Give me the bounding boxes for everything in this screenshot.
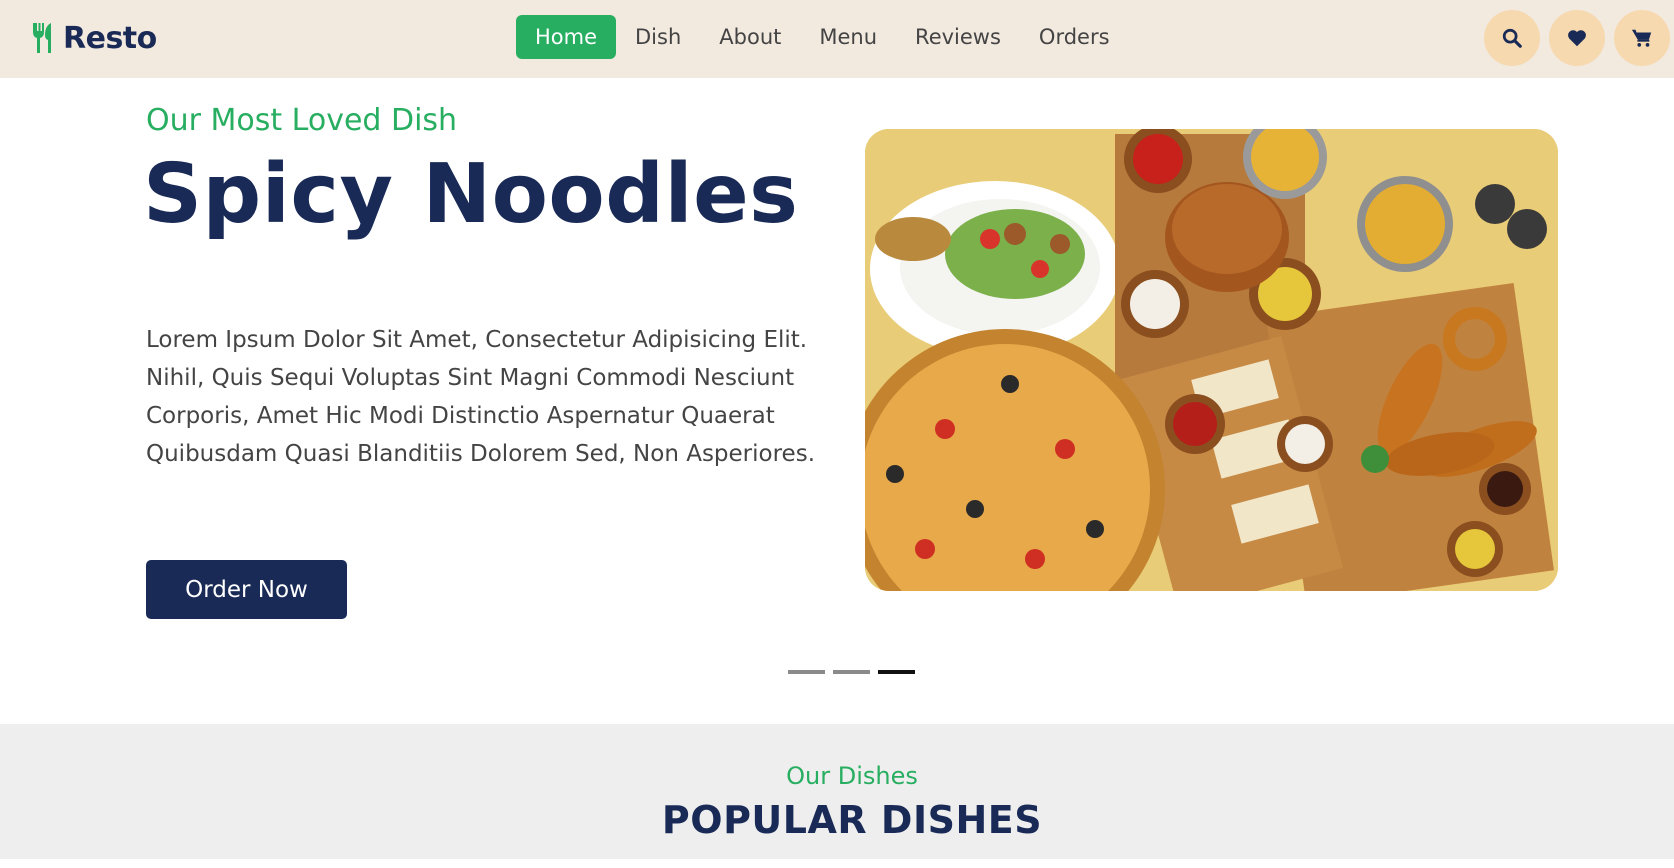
hero-subtitle: Our Most Loved Dish [146, 103, 458, 138]
logo[interactable]: Resto [31, 18, 157, 58]
fork-spoon-icon [31, 21, 57, 55]
search-button[interactable] [1484, 10, 1540, 66]
site-header: Resto Home Dish About Menu Reviews Order… [0, 0, 1674, 78]
hero-description: Lorem Ipsum Dolor Sit Amet, Consectetur … [146, 327, 815, 467]
brand-name: Resto [63, 20, 157, 56]
food-platter-image [865, 129, 1558, 591]
nav-orders[interactable]: Orders [1020, 15, 1129, 59]
slider-dot[interactable] [833, 670, 870, 674]
main-nav: Home Dish About Menu Reviews Orders [516, 15, 1129, 59]
nav-menu[interactable]: Menu [800, 15, 896, 59]
heart-icon [1568, 30, 1586, 47]
order-now-button[interactable]: Order Now [146, 560, 347, 619]
favorites-button[interactable] [1549, 10, 1605, 66]
cart-button[interactable] [1614, 10, 1670, 66]
nav-home[interactable]: Home [516, 15, 617, 59]
hero-title: Spicy Noodles [143, 147, 799, 242]
nav-dish[interactable]: Dish [616, 15, 700, 59]
popular-dishes-section: Our Dishes POPULAR DISHES [0, 724, 1674, 859]
section-title: POPULAR DISHES [661, 798, 1043, 842]
slider-dots [788, 670, 915, 674]
slider-dot-active[interactable] [878, 670, 915, 674]
nav-reviews[interactable]: Reviews [896, 15, 1020, 59]
section-subtitle: Our Dishes [786, 762, 918, 790]
slider-dot[interactable] [788, 670, 825, 674]
search-icon [1502, 28, 1522, 48]
cart-icon [1631, 29, 1652, 47]
nav-about[interactable]: About [700, 15, 800, 59]
